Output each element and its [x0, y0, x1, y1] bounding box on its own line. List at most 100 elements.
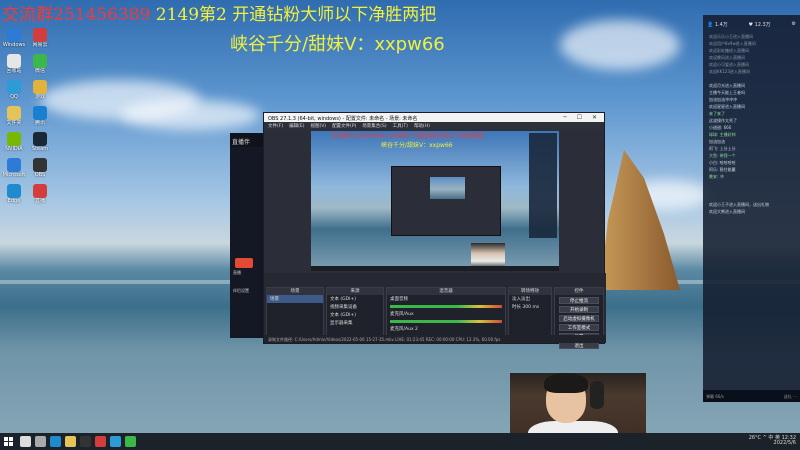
desktop-icon[interactable]: 直播: [28, 184, 52, 204]
obs-preview[interactable]: 交流群251456389 2149第2 开通钻粉大师以下净胜两把 峡谷千分/甜妹…: [311, 131, 559, 271]
cloud: [120, 100, 260, 130]
desktop-icon[interactable]: Edge: [2, 184, 26, 204]
obs-statusbar: 录制文件路径: C:/Users/Admin/Videos/2022-05-06…: [264, 335, 606, 343]
chat-message: 主播今天能上王者吗: [709, 90, 745, 95]
desktop-icon[interactable]: NVIDIA: [2, 132, 26, 152]
source-item[interactable]: 文本 (GDI+): [327, 311, 383, 319]
chat-footer: 弹幕 66/s 送礼 ⋯: [703, 390, 800, 402]
obs-menu-item[interactable]: 工具(T): [393, 124, 408, 129]
desktop-icon-label: Steam: [31, 146, 49, 152]
taskbar-wechat-icon[interactable]: [125, 436, 136, 447]
chat-message: 欢迎月光进入直播间: [709, 83, 745, 88]
desktop-icon[interactable]: 回收站: [2, 54, 26, 74]
sea-rock: [600, 150, 680, 290]
stop-streaming-button[interactable]: 停止推流: [559, 297, 599, 304]
app-icon: [7, 132, 21, 146]
desktop-icon[interactable]: 游戏: [28, 80, 52, 100]
preview-chat: [529, 133, 557, 238]
app-icon: [7, 184, 21, 198]
mixer-dock-title: 混音器: [387, 288, 505, 295]
system-tray[interactable]: 26°C ^ 中 英 12:32 2022/5/6: [749, 436, 796, 446]
desktop-icon[interactable]: Windows: [2, 28, 26, 48]
taskbar-qq-icon[interactable]: [110, 436, 121, 447]
stream-overlay-banner: 交流群251456389 2149第2 开通钻粉大师以下净胜两把: [2, 0, 436, 25]
desktop-icon-label: 微信: [34, 68, 45, 74]
obs-docks: 场景 场景 来源 文本 (GDI+) 视频采集设备 文本 (GDI+) 显示器采…: [264, 273, 606, 349]
app-icon: [33, 80, 47, 94]
chat-message: 小白: 哈哈哈哈: [709, 160, 736, 165]
desktop-icon[interactable]: 微信: [28, 54, 52, 74]
window-controls[interactable]: ─ ☐ ✕: [563, 114, 601, 121]
desktop-icon-label: 文件夹: [6, 120, 22, 126]
sources-dock-title: 来源: [327, 288, 383, 295]
studio-mode-button[interactable]: 工作室模式: [559, 324, 599, 331]
obs-menu-item[interactable]: 编辑(E): [289, 124, 304, 129]
viewer-count: 👤 1.4万: [707, 22, 728, 28]
headphones: [590, 381, 604, 409]
desktop-icon[interactable]: QQ: [2, 80, 26, 100]
like-count: ♥ 12.3万: [748, 22, 771, 28]
taskbar-folder-icon[interactable]: [65, 436, 76, 447]
preview-taskbar: [311, 266, 559, 271]
desktop-icon[interactable]: OBS: [28, 158, 52, 178]
chat-message: [703, 180, 800, 187]
app-icon: [33, 106, 47, 120]
desktop-icon[interactable]: Microsoft: [2, 158, 26, 178]
virtual-camera-button[interactable]: 启动虚拟摄像机: [559, 315, 599, 322]
app-icon: [33, 28, 47, 42]
windows-start-icon[interactable]: [4, 437, 13, 446]
zhibo-settings-label[interactable]: 伴侣设置: [233, 288, 249, 294]
desktop-icon-label: 游戏: [34, 94, 45, 100]
zhibo-live-button[interactable]: [235, 258, 253, 268]
obs-titlebar[interactable]: OBS 27.1.3 (64-bit, windows) - 配置文件: 未命名…: [264, 113, 604, 122]
chat-message-list: 欢迎乐乐小王进入直播间 欢迎用户8x9w进入直播间 欢迎彩虹糖进入直播间 欢迎晚风进入…: [703, 33, 800, 215]
desktop-icon-label: Windows: [2, 42, 26, 48]
transition-duration[interactable]: 时长 300 ms: [509, 303, 551, 311]
source-item[interactable]: 视频采集设备: [327, 303, 383, 311]
source-item[interactable]: 文本 (GDI+): [327, 295, 383, 303]
live-chat-panel[interactable]: 👤 1.4万 ♥ 12.3万 ⚙ 欢迎乐乐小王进入直播间 欢迎用户8x9w进入直播…: [703, 15, 800, 402]
chat-message: 欢迎小可爱进入直播间: [709, 62, 749, 67]
chat-header: 👤 1.4万 ♥ 12.3万 ⚙: [703, 15, 800, 33]
desktop-icon[interactable]: 文件夹: [2, 106, 26, 126]
obs-menu-item[interactable]: 场景集合(S): [362, 124, 386, 129]
app-icon: [33, 158, 47, 172]
chat-message: [703, 75, 800, 82]
chat-message: [703, 187, 800, 194]
streamer-hair: [544, 373, 588, 393]
obs-window[interactable]: OBS 27.1.3 (64-bit, windows) - 配置文件: 未命名…: [263, 112, 606, 349]
start-recording-button[interactable]: 开始录制: [559, 306, 599, 313]
preview-overlay-yellow: 峡谷千分/甜妹V：xxpw66: [381, 142, 453, 149]
obs-menu-item[interactable]: 配置文件(P): [332, 124, 356, 129]
chat-message: [703, 194, 800, 201]
taskbar-zhibo-icon[interactable]: [95, 436, 106, 447]
transition-select[interactable]: 淡入淡出: [509, 295, 551, 303]
desktop-icon[interactable]: Steam: [28, 132, 52, 152]
nested-preview-inner: [430, 177, 465, 199]
chat-message: 欢迎大熊进入直播间: [709, 209, 745, 214]
chat-settings-icon[interactable]: ⚙: [792, 21, 796, 27]
taskbar-obs-icon[interactable]: [80, 436, 91, 447]
preview-overlay-red: 交流群251456389 2149第2 开通钻粉大师以下净胜两把: [331, 133, 485, 140]
desktop-icon[interactable]: 网易云: [28, 28, 52, 48]
exit-button[interactable]: 退出: [559, 342, 599, 349]
taskbar-taskview-icon[interactable]: [35, 436, 46, 447]
obs-menu-item[interactable]: 文件(F): [268, 124, 283, 129]
zhibo-live-label: 直播: [233, 270, 241, 275]
gift-button[interactable]: 送礼 ⋯: [784, 394, 797, 399]
app-icon: [7, 80, 21, 94]
taskbar-edge-icon[interactable]: [50, 436, 61, 447]
danmu-rate: 弹幕 66/s: [706, 394, 724, 399]
taskbar-search-icon[interactable]: [20, 436, 31, 447]
obs-menu-item[interactable]: 视图(V): [310, 124, 326, 129]
stream-overlay-subtitle: 峡谷千分/甜妹V：xxpw66: [230, 34, 445, 55]
obs-title-text: OBS 27.1.3 (64-bit, windows) - 配置文件: 未命名…: [268, 116, 418, 122]
obs-menu-item[interactable]: 帮助(H): [414, 124, 430, 129]
chat-message: 阿乐: 稳住能赢: [709, 167, 736, 172]
desktop-icon[interactable]: 腾讯: [28, 106, 52, 126]
source-item[interactable]: 显示器采集: [327, 319, 383, 327]
chat-message: 球球: 主播好帅: [709, 132, 736, 137]
scenes-dock-title: 场景: [267, 288, 323, 295]
desktop-icon-label: 网易云: [32, 42, 48, 48]
scene-item[interactable]: 场景: [267, 295, 323, 303]
